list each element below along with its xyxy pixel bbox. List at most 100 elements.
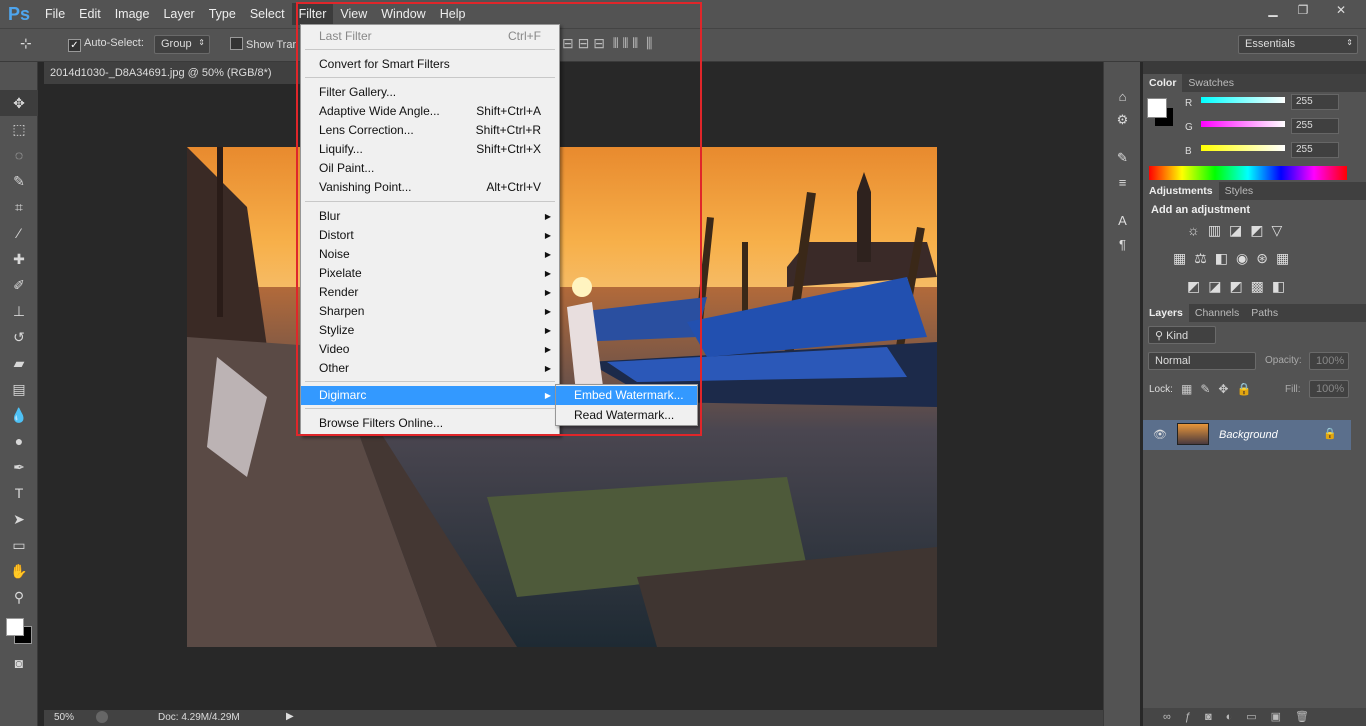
doc-info: Doc: 4.29M/4.29M bbox=[158, 712, 240, 723]
tab-paths[interactable]: Paths bbox=[1245, 304, 1284, 322]
adjustments-heading: Add an adjustment bbox=[1151, 204, 1251, 216]
pen-tool-icon[interactable]: ✒ bbox=[0, 454, 38, 480]
paragraph-panel-icon[interactable]: ¶ bbox=[1104, 232, 1141, 256]
workspace-value: Essentials bbox=[1245, 38, 1296, 50]
auto-select-checkbox[interactable]: ✓ Auto-Select: bbox=[68, 37, 144, 52]
r-value[interactable]: 255 bbox=[1291, 94, 1339, 110]
adjustments-panel-tabs: Adjustments Styles bbox=[1143, 182, 1366, 200]
show-transform-label: Show Tran bbox=[246, 39, 299, 51]
foreground-color-chip[interactable] bbox=[1147, 98, 1167, 118]
close-button[interactable]: ✕ bbox=[1318, 0, 1364, 20]
group-select[interactable]: Group ⇕ bbox=[154, 35, 210, 54]
brush-panel-icon[interactable]: ✎ bbox=[1104, 146, 1141, 170]
status-icon bbox=[96, 711, 108, 723]
blend-mode-value: Normal bbox=[1155, 355, 1191, 367]
r-label: R bbox=[1185, 98, 1193, 109]
b-slider[interactable] bbox=[1201, 145, 1285, 151]
move-tool-icon[interactable]: ✥ bbox=[0, 90, 38, 116]
lasso-tool-icon[interactable]: ◌ bbox=[0, 142, 38, 168]
status-arrow-icon[interactable]: ▶ bbox=[286, 711, 294, 722]
path-select-tool-icon[interactable]: ➤ bbox=[0, 506, 38, 532]
zoom-level[interactable]: 50% bbox=[54, 712, 74, 723]
eraser-tool-icon[interactable]: ▰ bbox=[0, 350, 38, 376]
highlight-annotation-box bbox=[296, 2, 702, 436]
checkmark-icon: ✓ bbox=[68, 39, 81, 52]
blur-tool-icon[interactable]: 💧 bbox=[0, 402, 38, 428]
stepper-icon: ⇕ bbox=[198, 38, 205, 47]
brush-presets-icon[interactable]: ≡ bbox=[1104, 170, 1141, 194]
layer-thumbnail bbox=[1177, 423, 1209, 445]
menu-image[interactable]: Image bbox=[108, 3, 157, 25]
opacity-field[interactable]: 100% bbox=[1309, 352, 1349, 370]
menu-select[interactable]: Select bbox=[243, 3, 292, 25]
properties-panel-icon[interactable]: ⚙ bbox=[1104, 108, 1141, 132]
tab-channels[interactable]: Channels bbox=[1189, 304, 1245, 322]
kind-label: Kind bbox=[1166, 330, 1189, 342]
gradient-tool-icon[interactable]: ▤ bbox=[0, 376, 38, 402]
marquee-tool-icon[interactable]: ⬚ bbox=[0, 116, 38, 142]
panel-dock: ⌂ ⚙ ✎ ≡ A ¶ bbox=[1103, 62, 1140, 726]
stepper-icon: ⇕ bbox=[1346, 38, 1353, 47]
zoom-tool-icon[interactable]: ⚲ bbox=[0, 584, 38, 610]
blend-mode-select[interactable]: Normal bbox=[1148, 352, 1256, 370]
g-value[interactable]: 255 bbox=[1291, 118, 1339, 134]
tab-layers[interactable]: Layers bbox=[1143, 304, 1189, 322]
document-tab-title: 2014d1030-_D8A34691.jpg @ 50% (RGB/8*) bbox=[50, 67, 272, 79]
quick-select-tool-icon[interactable]: ✎ bbox=[0, 168, 38, 194]
menu-type[interactable]: Type bbox=[202, 3, 243, 25]
tab-color[interactable]: Color bbox=[1143, 74, 1183, 92]
healing-brush-icon[interactable]: ✚ bbox=[0, 246, 38, 272]
layer-row-background[interactable]: 👁 Background 🔒 bbox=[1143, 420, 1351, 450]
hand-tool-icon[interactable]: ✋ bbox=[0, 558, 38, 584]
adjustment-icons-row-3[interactable]: ◩◪◩▩◧ bbox=[1187, 278, 1293, 295]
color-spectrum[interactable] bbox=[1149, 166, 1347, 180]
foreground-color-swatch[interactable] bbox=[6, 618, 24, 636]
layers-controls: ⚲ Kind Normal Opacity: 100% Lock: ▦✎✥🔒 F… bbox=[1143, 322, 1366, 422]
dodge-tool-icon[interactable]: ● bbox=[0, 428, 38, 454]
quick-mask-icon[interactable]: ◙ bbox=[0, 650, 38, 676]
menu-layer[interactable]: Layer bbox=[156, 3, 201, 25]
layer-lock-icon: 🔒 bbox=[1323, 428, 1337, 440]
lock-icons[interactable]: ▦✎✥🔒 bbox=[1181, 382, 1259, 396]
stamp-tool-icon[interactable]: ⊥ bbox=[0, 298, 38, 324]
adjustment-icons-row-2[interactable]: ▦⚖◧◉⊛▦ bbox=[1173, 250, 1297, 267]
layer-name: Background bbox=[1219, 429, 1278, 441]
toolbox: ✥ ⬚ ◌ ✎ ⌗ ⁄ ✚ ✐ ⊥ ↺ ▰ ▤ 💧 ● ✒ T ➤ ▭ ✋ ⚲ … bbox=[0, 62, 38, 726]
restore-button[interactable]: ❐ bbox=[1288, 0, 1318, 20]
rectangle-tool-icon[interactable]: ▭ bbox=[0, 532, 38, 558]
crop-tool-icon[interactable]: ⌗ bbox=[0, 194, 38, 220]
g-slider[interactable] bbox=[1201, 121, 1285, 127]
workspace-select[interactable]: Essentials ⇕ bbox=[1238, 35, 1358, 54]
character-panel-icon[interactable]: A bbox=[1104, 208, 1141, 232]
type-tool-icon[interactable]: T bbox=[0, 480, 38, 506]
menu-edit[interactable]: Edit bbox=[72, 3, 108, 25]
fill-label: Fill: bbox=[1285, 384, 1301, 395]
g-label: G bbox=[1185, 122, 1193, 133]
history-brush-icon[interactable]: ↺ bbox=[0, 324, 38, 350]
lock-label: Lock: bbox=[1149, 384, 1173, 395]
move-tool-icon[interactable]: ⊹ bbox=[20, 35, 32, 52]
document-tab[interactable]: 2014d1030-_D8A34691.jpg @ 50% (RGB/8*) bbox=[44, 62, 324, 84]
eye-icon[interactable]: 👁 bbox=[1153, 428, 1167, 441]
adjustments-panel: Add an adjustment ☼▥◪◩▽ ▦⚖◧◉⊛▦ ◩◪◩▩◧ bbox=[1143, 200, 1366, 304]
panel-header-bar bbox=[1143, 62, 1366, 74]
show-transform-checkbox[interactable]: Show Tran bbox=[230, 37, 299, 51]
tab-adjustments[interactable]: Adjustments bbox=[1143, 182, 1219, 200]
brush-tool-icon[interactable]: ✐ bbox=[0, 272, 38, 298]
menu-file[interactable]: File bbox=[38, 3, 72, 25]
history-panel-icon[interactable]: ⌂ bbox=[1104, 84, 1141, 108]
layer-kind-filter[interactable]: ⚲ Kind bbox=[1148, 326, 1216, 344]
r-slider[interactable] bbox=[1201, 97, 1285, 103]
tab-styles[interactable]: Styles bbox=[1219, 182, 1260, 200]
layers-footer-icons[interactable]: ∞ƒ◙◐▭▣🗑 bbox=[1143, 708, 1366, 726]
b-label: B bbox=[1185, 146, 1192, 157]
photoshop-logo: Ps bbox=[7, 3, 31, 24]
auto-select-label: Auto-Select: bbox=[84, 37, 144, 49]
fill-field[interactable]: 100% bbox=[1309, 380, 1349, 398]
b-value[interactable]: 255 bbox=[1291, 142, 1339, 158]
tab-swatches[interactable]: Swatches bbox=[1182, 74, 1240, 92]
minimize-button[interactable]: ▁ bbox=[1258, 0, 1288, 20]
adjustment-icons-row-1[interactable]: ☼▥◪◩▽ bbox=[1187, 222, 1290, 239]
eyedropper-tool-icon[interactable]: ⁄ bbox=[0, 220, 38, 246]
color-swatches[interactable] bbox=[0, 610, 37, 650]
